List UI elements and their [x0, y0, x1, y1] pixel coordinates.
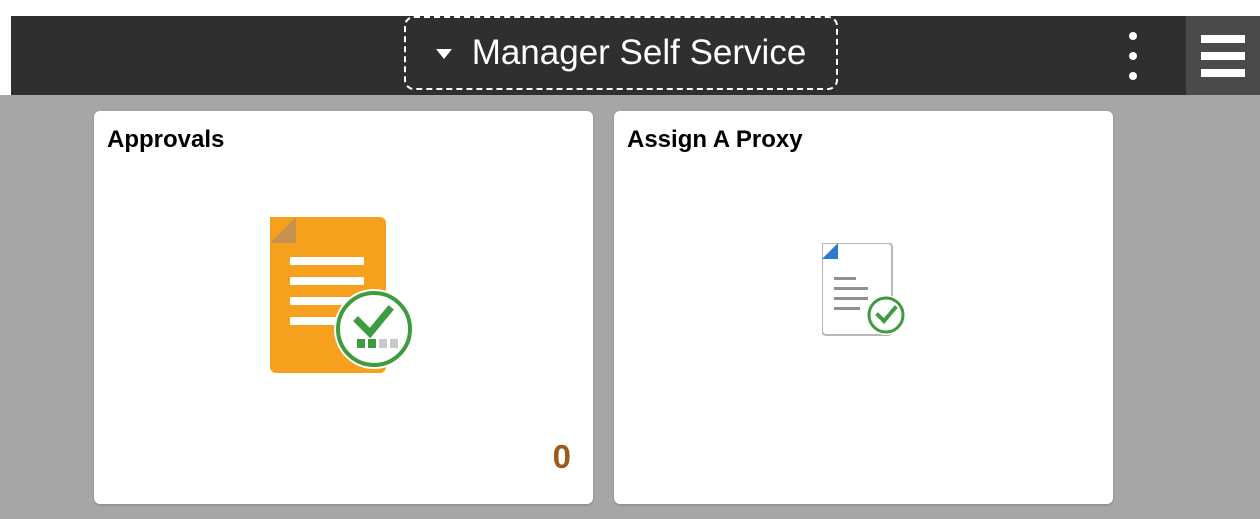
document-check-icon [822, 243, 906, 336]
tile-title: Assign A Proxy [627, 126, 803, 153]
kebab-dot [1129, 32, 1137, 40]
hamburger-menu-icon [1201, 34, 1245, 77]
tile-approvals[interactable]: Approvals 0 [94, 111, 593, 504]
tile-title: Approvals [107, 126, 225, 153]
hamburger-bar [1201, 51, 1245, 60]
hamburger-menu-button[interactable] [1186, 16, 1260, 95]
page-title-button[interactable]: Manager Self Service [404, 16, 838, 90]
hamburger-bar [1201, 68, 1245, 77]
page-title: Manager Self Service [471, 33, 807, 72]
tile-assign-a-proxy[interactable]: Assign A Proxy [614, 111, 1113, 504]
kebab-dot [1129, 72, 1137, 80]
kebab-menu-button[interactable] [1117, 32, 1149, 80]
approvals-count-badge: 0 [552, 438, 571, 475]
caret-down-icon [435, 49, 452, 59]
kebab-dot [1129, 52, 1137, 60]
document-approval-icon [270, 217, 414, 373]
hamburger-bar [1201, 34, 1245, 43]
